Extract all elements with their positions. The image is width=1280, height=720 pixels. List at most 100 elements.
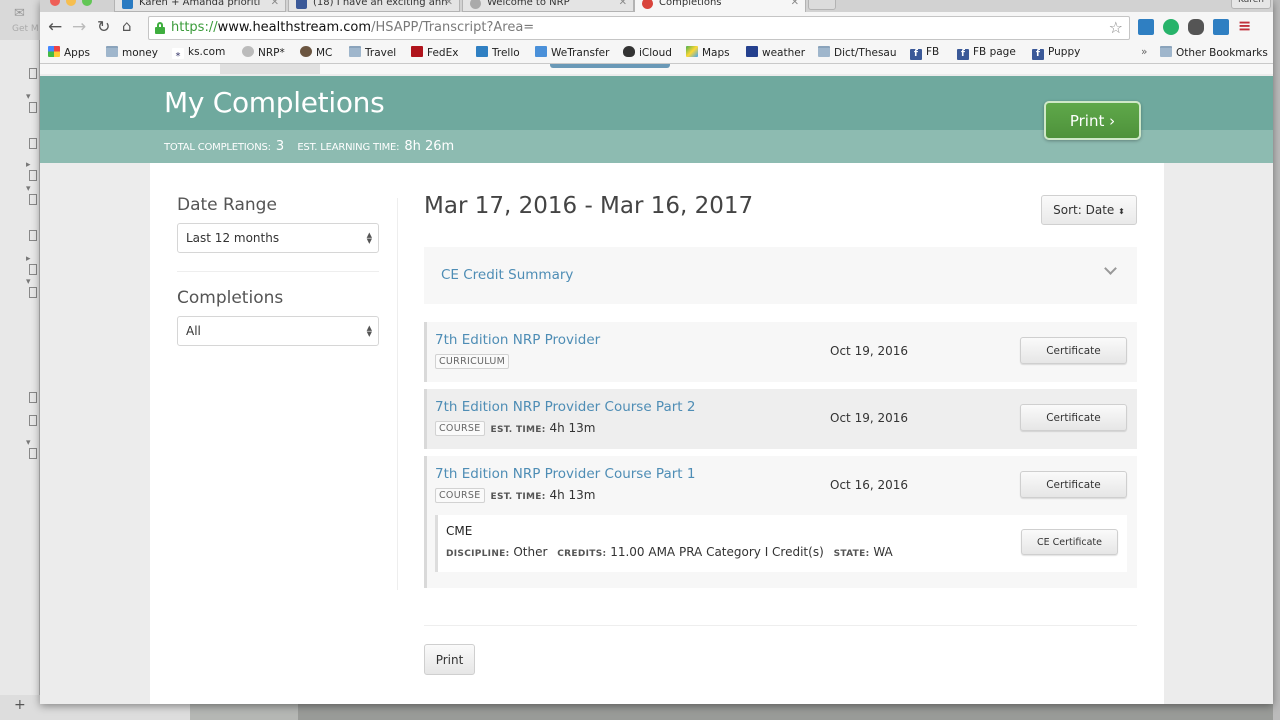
completions-filter-label: Completions (177, 288, 284, 308)
learning-time-value: 8h 26m (404, 139, 455, 154)
sort-button[interactable]: Sort: Date ⬍ (1041, 195, 1137, 225)
bookmark-maps[interactable]: Maps (686, 46, 730, 59)
completion-title-link[interactable]: 7th Edition NRP Provider (435, 332, 600, 348)
browser-toolbar: ← → ↻ ⌂ https://www.healthstream.com/HSA… (40, 12, 1273, 42)
print-button[interactable]: Print (424, 644, 475, 675)
bookmark-weather[interactable]: weather (746, 46, 805, 59)
tab-title: Karen + Amanda prioriti (139, 0, 261, 8)
learning-time-label: EST. LEARNING TIME: (297, 142, 400, 153)
tab-title: Completions (659, 0, 722, 8)
evernote-extension-icon[interactable] (1188, 19, 1204, 35)
menu-icon[interactable]: ≡ (1238, 18, 1254, 35)
completion-title-link[interactable]: 7th Edition NRP Provider Course Part 2 (435, 399, 695, 415)
nrp-icon (470, 0, 481, 9)
bookmark-label: Maps (702, 47, 730, 59)
sort-arrows-icon: ⬍ (1118, 207, 1125, 216)
divider (397, 198, 398, 590)
background-app-sidebar: ✉ Get M ▾ ▸ ▾ ▸ ▾ ▾ (0, 0, 40, 720)
add-icon[interactable]: + (14, 697, 26, 713)
type-badge: COURSE (435, 488, 485, 503)
browser-tab[interactable]: Welcome to NRP ✕ (462, 0, 634, 12)
trello-icon (476, 46, 488, 57)
bookmark-apps[interactable]: Apps (48, 46, 90, 59)
completion-meta: CURRICULUM (435, 354, 510, 369)
trello-extension-icon[interactable] (1138, 19, 1154, 35)
content-panel: Date Range Last 12 months ▲ ▼ Completions… (150, 163, 1164, 704)
ce-credit-summary-toggle[interactable]: CE Credit Summary (424, 247, 1137, 304)
completions-select[interactable]: All ▲ ▼ (177, 316, 379, 346)
bookmark-label: Puppy (1048, 46, 1081, 58)
ce-credit-summary-label: CE Credit Summary (441, 267, 574, 283)
total-completions-value: 3 (275, 139, 285, 154)
bookmark-label: money (122, 47, 158, 59)
bookmark-wetransfer[interactable]: WeTransfer (535, 46, 609, 59)
certificate-button[interactable]: Certificate (1020, 471, 1127, 498)
completion-date: Oct 19, 2016 (830, 344, 908, 358)
wetransfer-icon (535, 46, 547, 57)
bookmarks-overflow-button[interactable]: » (1141, 46, 1147, 58)
bookmark-dict[interactable]: Dict/Thesau (818, 46, 897, 59)
background-get-mail: Get M (12, 24, 39, 34)
certificate-button[interactable]: Certificate (1020, 337, 1127, 364)
browser-tab-active[interactable]: Completions ✕ (634, 0, 806, 12)
bookmark-nrp[interactable]: NRP* (242, 46, 285, 59)
bookmark-mc[interactable]: MC (300, 46, 332, 59)
completion-title-link[interactable]: 7th Edition NRP Provider Course Part 1 (435, 466, 695, 482)
facebook-icon (296, 0, 307, 9)
bookmark-fb[interactable]: f FB (910, 46, 939, 60)
bookmark-ks[interactable]: ⁎ ks.com (172, 46, 225, 59)
divider (177, 271, 379, 272)
new-tab-button[interactable] (808, 0, 836, 10)
back-arrow-icon[interactable]: ← (48, 17, 62, 37)
grammarly-extension-icon[interactable] (1163, 19, 1179, 35)
completion-date: Oct 16, 2016 (830, 478, 908, 492)
credits-label: CREDITS: (557, 549, 607, 559)
tree-item: ▾ (26, 438, 39, 459)
apps-grid-icon (48, 46, 60, 57)
tree-item: ▾ (26, 184, 39, 205)
background-window-strip (190, 704, 298, 720)
certificate-button[interactable]: Certificate (1020, 404, 1127, 431)
state-label: STATE: (833, 549, 870, 559)
trello-icon (122, 0, 133, 9)
bookmark-trello[interactable]: Trello (476, 46, 520, 59)
browser-tab[interactable]: (18) I have an exciting ann ✕ (288, 0, 460, 12)
bookmark-puppy[interactable]: f Puppy (1032, 46, 1080, 60)
close-window-icon[interactable] (50, 0, 60, 6)
tab-bar: Karen + Amanda prioriti ✕ (18) I have an… (40, 0, 1273, 12)
profile-button[interactable]: Karen (1230, 0, 1271, 9)
close-tab-icon[interactable]: ✕ (445, 0, 453, 8)
bookmark-label: Dict/Thesau (834, 47, 897, 59)
mailchimp-icon (300, 46, 312, 57)
bookmark-travel[interactable]: Travel (349, 46, 396, 59)
print-button-header[interactable]: Print › (1044, 101, 1141, 140)
browser-tab[interactable]: Karen + Amanda prioriti ✕ (114, 0, 286, 12)
minimize-window-icon[interactable] (66, 0, 76, 6)
home-icon[interactable]: ⌂ (122, 17, 132, 35)
est-time-label: EST. TIME: (490, 492, 546, 502)
close-tab-icon[interactable]: ✕ (619, 0, 627, 8)
bookmark-other[interactable]: Other Bookmarks (1160, 46, 1268, 59)
date-range-select[interactable]: Last 12 months ▲ ▼ (177, 223, 379, 253)
bookmark-icloud[interactable]: iCloud (623, 46, 672, 59)
reload-icon[interactable]: ↻ (97, 17, 110, 36)
close-tab-icon[interactable]: ✕ (271, 0, 279, 8)
forward-arrow-icon[interactable]: → (72, 17, 86, 37)
bookmark-fedex[interactable]: FedEx (411, 46, 458, 59)
bookmark-label: MC (316, 47, 333, 59)
trello-extension-icon[interactable] (1213, 19, 1229, 35)
select-arrows-icon: ▲ ▼ (366, 324, 372, 338)
maximize-window-icon[interactable] (82, 0, 92, 6)
close-tab-icon[interactable]: ✕ (791, 0, 799, 8)
discipline-value: Other (513, 545, 548, 559)
url-scheme: https:// (171, 20, 218, 35)
bookmark-money[interactable]: money (106, 46, 158, 59)
bookmark-label: Trello (492, 47, 520, 59)
bookmark-fb-page[interactable]: f FB page (957, 46, 1016, 60)
folder-icon (1160, 46, 1172, 57)
divider (424, 625, 1137, 626)
ce-certificate-button[interactable]: CE Certificate (1021, 529, 1118, 555)
filters-sidebar: Date Range Last 12 months ▲ ▼ Completions… (177, 195, 379, 346)
bookmark-star-icon[interactable]: ☆ (1109, 17, 1123, 39)
address-bar[interactable]: https://www.healthstream.com/HSAPP/Trans… (148, 16, 1130, 40)
